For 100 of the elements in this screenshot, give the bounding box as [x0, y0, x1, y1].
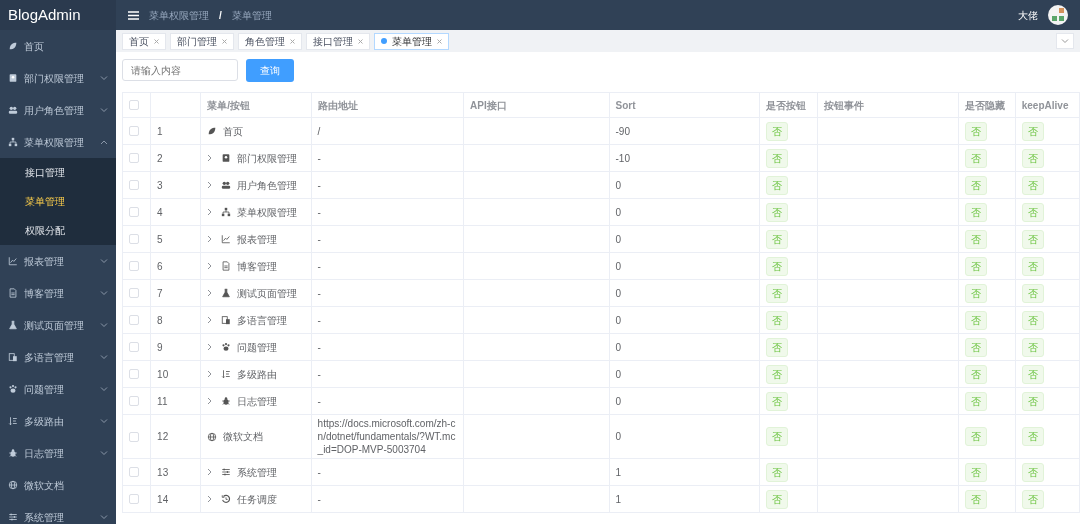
sidebar-item[interactable]: 报表管理 [0, 245, 116, 277]
status-tag: 否 [1021, 283, 1044, 303]
row-checkbox[interactable] [129, 494, 139, 504]
menu-name: 任务调度 [237, 492, 278, 507]
status-tag: 否 [765, 148, 788, 168]
sidebar-item[interactable]: 首页 [0, 30, 116, 62]
status-tag: 否 [964, 283, 987, 303]
globe-icon [207, 431, 218, 442]
close-icon[interactable] [358, 38, 363, 44]
sitemap-icon [8, 137, 18, 147]
close-icon[interactable] [154, 38, 159, 44]
tab-menu-button[interactable] [1056, 33, 1074, 49]
status-tag: 否 [964, 175, 987, 195]
sidebar-item[interactable]: 多级路由 [0, 405, 116, 437]
route-path: - [317, 259, 322, 274]
row-checkbox[interactable] [129, 234, 139, 244]
status-tag: 否 [964, 462, 987, 482]
sidebar-item[interactable]: 测试页面管理 [0, 309, 116, 341]
route-path: - [317, 151, 322, 166]
status-tag: 否 [1021, 175, 1044, 195]
tab[interactable]: 接口管理 [306, 32, 370, 50]
menu-name: 日志管理 [237, 394, 278, 409]
row-checkbox[interactable] [129, 431, 139, 442]
document-icon [8, 288, 18, 298]
row-checkbox[interactable] [129, 261, 139, 271]
sidebar-item[interactable]: 博客管理 [0, 277, 116, 309]
row-checkbox[interactable] [129, 288, 139, 298]
paw-icon [8, 384, 18, 394]
route-path: - [317, 205, 322, 220]
row-checkbox[interactable] [129, 342, 139, 352]
status-tag: 否 [1021, 391, 1044, 411]
bug-icon [8, 448, 18, 458]
tab[interactable]: 菜单管理 [374, 32, 449, 50]
row-index: 5 [157, 233, 163, 245]
status-tag: 否 [765, 229, 788, 249]
sidebar-subitem[interactable]: 菜单管理 [0, 187, 116, 216]
sidebar-item[interactable]: 问题管理 [0, 373, 116, 405]
route-path: - [317, 313, 322, 328]
row-checkbox[interactable] [129, 207, 139, 217]
sort-value: 0 [615, 368, 622, 380]
column-header: 按钮事件 [824, 99, 865, 111]
sidebar-subitem[interactable]: 接口管理 [0, 158, 116, 187]
status-tag: 否 [765, 364, 788, 384]
row-checkbox[interactable] [129, 153, 139, 163]
sitemap-icon [221, 207, 232, 217]
status-tag: 否 [765, 427, 788, 446]
row-index: 6 [157, 260, 163, 272]
tab[interactable]: 角色管理 [238, 32, 302, 50]
status-tag: 否 [765, 310, 788, 330]
column-header: 是否隐藏 [964, 99, 1005, 111]
breadcrumb-item[interactable]: 菜单权限管理 [149, 7, 209, 23]
tab[interactable]: 部门管理 [170, 32, 234, 50]
column-header: 是否按钮 [765, 99, 806, 111]
menu-icon[interactable] [128, 10, 139, 20]
close-icon[interactable] [437, 38, 442, 44]
row-index: 8 [157, 314, 163, 326]
sidebar-item[interactable]: 微软文档 [0, 469, 116, 501]
sidebar-item[interactable]: 用户角色管理 [0, 94, 116, 126]
route-path: - [317, 492, 322, 507]
sort-value: -10 [615, 152, 630, 164]
row-checkbox[interactable] [129, 467, 139, 477]
status-tag: 否 [1021, 462, 1044, 482]
status-tag: 否 [964, 391, 987, 411]
row-checkbox[interactable] [129, 180, 139, 190]
app-logo-text: BlogAdmin [0, 0, 116, 30]
select-all-checkbox[interactable] [129, 100, 139, 110]
status-tag: 否 [1021, 337, 1044, 357]
status-tag: 否 [765, 462, 788, 482]
status-tag: 否 [964, 310, 987, 330]
row-index: 4 [157, 206, 163, 218]
row-index: 11 [157, 395, 168, 407]
route-path: - [317, 394, 322, 409]
row-checkbox[interactable] [129, 396, 139, 406]
sort-value: -90 [615, 125, 630, 137]
status-tag: 否 [765, 337, 788, 357]
row-checkbox[interactable] [129, 315, 139, 325]
menu-name: 用户角色管理 [237, 178, 298, 193]
status-tag: 否 [964, 489, 987, 509]
sidebar-item[interactable]: 菜单权限管理 [0, 126, 116, 158]
user-name: 大佬 [1018, 8, 1038, 23]
sidebar-subitem[interactable]: 权限分配 [0, 216, 116, 245]
row-checkbox[interactable] [129, 126, 139, 136]
sidebar-item[interactable]: 日志管理 [0, 437, 116, 469]
search-field[interactable]: 请输入内容 [122, 59, 238, 81]
column-header: API接口 [470, 99, 507, 111]
line-chart-icon [8, 256, 18, 266]
sort-value: 0 [615, 431, 622, 442]
menu-name: 微软文档 [223, 430, 264, 444]
row-checkbox[interactable] [129, 369, 139, 379]
sidebar-item[interactable]: 部门权限管理 [0, 62, 116, 94]
avatar-icon[interactable] [1048, 5, 1068, 25]
status-tag: 否 [964, 121, 987, 141]
close-icon[interactable] [222, 38, 227, 44]
sidebar-item[interactable]: 多语言管理 [0, 341, 116, 373]
close-icon[interactable] [290, 38, 295, 44]
sliders-icon [221, 467, 232, 477]
status-tag: 否 [964, 337, 987, 357]
sidebar-item[interactable]: 系统管理 [0, 501, 116, 524]
status-tag: 否 [765, 202, 788, 222]
tab[interactable]: 首页 [122, 32, 166, 50]
